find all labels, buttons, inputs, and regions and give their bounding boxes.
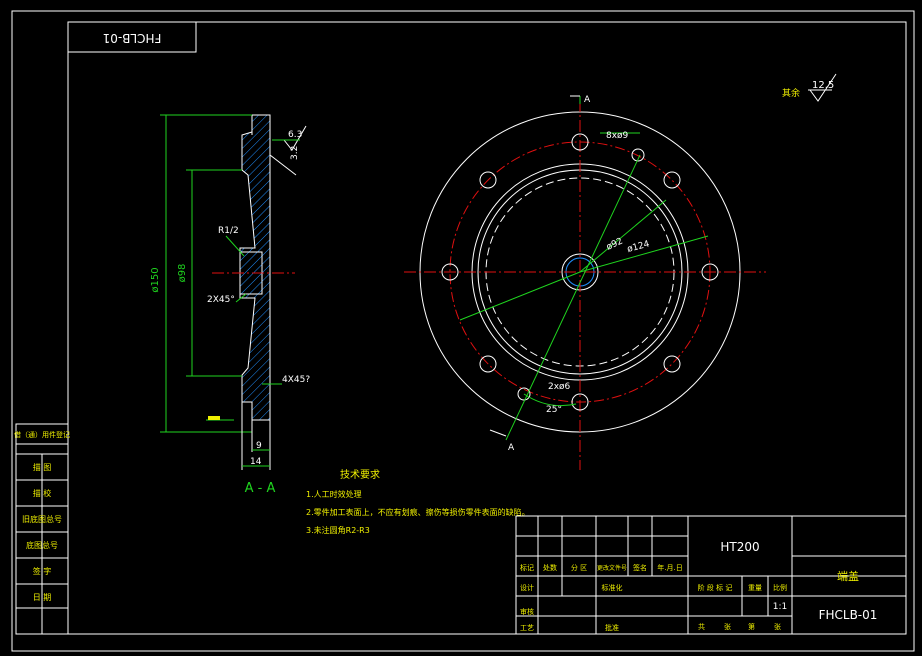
material: HT200 bbox=[720, 540, 759, 554]
stage-h-1: 重量 bbox=[748, 584, 762, 592]
role-design: 设计 bbox=[520, 583, 534, 592]
dim-chamfer1: 2X45° bbox=[207, 295, 235, 305]
label-holes: 8xø9 bbox=[606, 131, 629, 141]
side-row-0: 借（通）用件登记 bbox=[14, 430, 70, 439]
inner-border bbox=[67, 21, 907, 635]
rev-h-3: 更改文件号 bbox=[597, 564, 627, 572]
tech-item-3: 3.未注圆角R2-R3 bbox=[306, 525, 370, 535]
section-view: ø150 ø98 R1/2 2X45° 4X45? 9 14 6.3 3.2 A… bbox=[150, 114, 310, 496]
side-table: 借（通）用件登记 描 图 描 校 旧底图总号 底图总号 签 字 日 期 bbox=[14, 423, 70, 635]
side-row-4: 底图总号 bbox=[26, 540, 58, 550]
dim-w14: 14 bbox=[250, 457, 262, 467]
dim-r: R1/2 bbox=[218, 226, 239, 236]
outer-border bbox=[11, 10, 915, 652]
dim-d98: ø98 bbox=[177, 264, 188, 283]
sheet-2: 第 bbox=[748, 622, 755, 631]
bolt-hole-4 bbox=[663, 355, 681, 373]
tech-requirements: 技术要求 1.人工时效处理 2.零件加工表面上，不应有划痕、擦伤等损伤零件表面的… bbox=[306, 468, 530, 535]
dim-ra2: 3.2 bbox=[290, 146, 300, 160]
side-row-3: 旧底图总号 bbox=[22, 514, 62, 524]
role-review: 审核 bbox=[520, 607, 534, 616]
sheet-3: 张 bbox=[774, 622, 781, 631]
dim-d150: ø150 bbox=[150, 267, 161, 292]
part-name: 端盖 bbox=[837, 569, 859, 583]
tech-item-1: 1.人工时效处理 bbox=[306, 489, 362, 499]
side-row-1: 描 图 bbox=[33, 462, 52, 472]
section-title: A - A bbox=[245, 481, 276, 496]
rev-h-4: 签名 bbox=[633, 563, 647, 572]
side-row-5: 签 字 bbox=[33, 566, 52, 576]
approve-label: 批准 bbox=[605, 623, 619, 632]
tech-item-2: 2.零件加工表面上，不应有划痕、擦伤等损伤零件表面的缺陷。 bbox=[306, 507, 530, 517]
front-view: A A 8xø9 ø92 ø124 2xø6 25° bbox=[404, 95, 766, 470]
label-angle: 25° bbox=[546, 405, 562, 415]
label-d92: ø92 bbox=[605, 236, 625, 252]
role-process: 工艺 bbox=[520, 624, 534, 632]
rev-h-5: 年.月.日 bbox=[657, 563, 682, 572]
part-code: FHCLB-01 bbox=[819, 608, 878, 622]
std-label: 标准化 bbox=[602, 583, 623, 592]
label-d124: ø124 bbox=[626, 239, 651, 255]
stage-h-0: 阶 段 标 记 bbox=[698, 583, 733, 592]
dim-w9: 9 bbox=[256, 441, 262, 451]
rev-h-2: 分 区 bbox=[571, 563, 587, 572]
tech-title: 技术要求 bbox=[340, 468, 380, 481]
scale-value: 1:1 bbox=[773, 602, 787, 612]
dim-chamfer2: 4X45? bbox=[282, 375, 310, 385]
stage-h-2: 比例 bbox=[773, 583, 787, 592]
side-row-6: 日 期 bbox=[33, 593, 52, 602]
roughness-label: 其余 bbox=[782, 87, 800, 99]
sheet-1: 张 bbox=[724, 622, 731, 631]
rev-h-1: 处数 bbox=[543, 563, 557, 572]
mirrored-drawing-number: FHCLB-01 bbox=[103, 31, 162, 45]
sheet-0: 共 bbox=[698, 622, 705, 631]
title-block: HT200 端盖 FHCLB-01 1:1 标记 处数 分 区 更改文件号 签名… bbox=[515, 515, 907, 635]
label-pins: 2xø6 bbox=[548, 382, 571, 392]
bolt-hole-2 bbox=[663, 171, 681, 189]
cad-drawing: FHCLB-01 借（通）用件登记 描 图 描 校 旧底图总号 底图总号 签 字… bbox=[11, 10, 915, 652]
side-row-2: 描 校 bbox=[33, 488, 52, 498]
section-mark-bottom: A bbox=[508, 443, 515, 453]
section-mark-top: A bbox=[584, 95, 591, 105]
rev-h-0: 标记 bbox=[520, 563, 534, 572]
